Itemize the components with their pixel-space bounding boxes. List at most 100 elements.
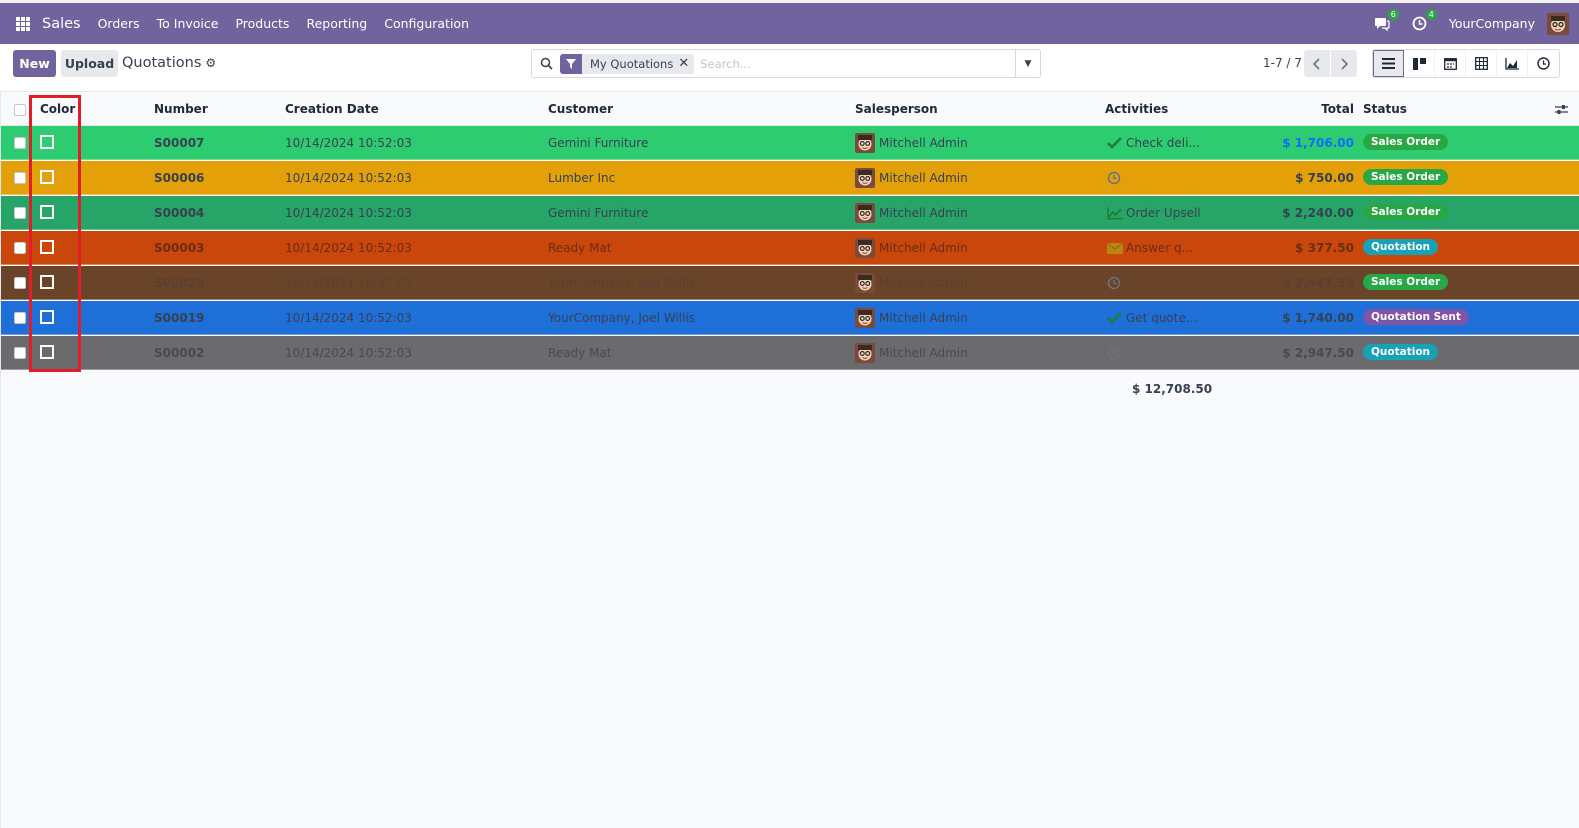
activity-view-icon[interactable] [1528, 50, 1559, 77]
table-row[interactable]: S00020 10/14/2024 10:52:03 YourCompany, Jo… [1, 266, 1579, 300]
column-header-color[interactable]: Color [40, 102, 75, 116]
salesperson-avatar [855, 168, 879, 188]
app-menu-icon[interactable] [16, 16, 30, 31]
row-checkbox[interactable] [14, 207, 26, 219]
messages-button[interactable]: 6 [1373, 8, 1399, 33]
color-swatch[interactable] [40, 205, 54, 219]
table-row[interactable]: S00004 10/14/2024 10:52:03 Gemini Furnitur… [1, 196, 1579, 230]
pivot-view-icon[interactable] [1466, 50, 1497, 77]
table-header: Color Number Creation Date Customer Sale… [1, 93, 1579, 126]
select-all-checkbox[interactable] [14, 104, 26, 116]
column-header-total[interactable]: Total [1321, 102, 1354, 116]
row-checkbox[interactable] [14, 347, 26, 359]
row-checkbox[interactable] [14, 172, 26, 184]
search-icon[interactable] [532, 50, 560, 77]
salesperson-avatar [855, 343, 879, 363]
row-checkbox[interactable] [14, 137, 26, 149]
color-swatch[interactable] [40, 345, 54, 359]
color-swatch[interactable] [40, 275, 54, 289]
customer-name: Ready Mat [548, 346, 612, 360]
check-icon [1107, 137, 1123, 149]
table-row[interactable]: S00007 10/14/2024 10:52:03 Gemini Furnitur… [1, 126, 1579, 160]
menu-orders[interactable]: Orders [98, 16, 140, 31]
activity-cell[interactable] [1107, 171, 1126, 185]
color-swatch[interactable] [40, 170, 54, 184]
activity-cell[interactable] [1107, 346, 1126, 360]
column-header-salesperson[interactable]: Salesperson [855, 102, 938, 116]
status-badge: Sales Order [1363, 274, 1449, 290]
app-name[interactable]: Sales [42, 16, 81, 32]
table-row[interactable]: S00006 10/14/2024 10:52:03 Lumber Inc Mitch… [1, 161, 1579, 195]
column-header-number[interactable]: Number [154, 102, 208, 116]
color-swatch[interactable] [40, 310, 54, 324]
calendar-view-icon[interactable] [1435, 50, 1466, 77]
new-button[interactable]: New [13, 50, 56, 77]
table-row[interactable]: S00003 10/14/2024 10:52:03 Ready Mat Mitche… [1, 231, 1579, 265]
row-checkbox[interactable] [14, 277, 26, 289]
view-switcher [1372, 49, 1560, 78]
salesperson-name: Mitchell Admin [879, 346, 968, 360]
remove-facet-icon[interactable]: ✕ [678, 56, 694, 71]
graph-view-icon[interactable] [1497, 50, 1528, 77]
clock-icon [1107, 276, 1123, 290]
creation-date: 10/14/2024 10:52:03 [285, 241, 412, 255]
activity-cell[interactable]: Get quote... [1107, 311, 1197, 325]
clock-icon [1107, 171, 1123, 185]
upload-button[interactable]: Upload [61, 50, 118, 77]
creation-date: 10/14/2024 10:52:03 [285, 136, 412, 150]
order-number: S00019 [154, 311, 205, 325]
breadcrumb: Quotations ⚙ [122, 55, 216, 71]
activity-cell[interactable]: Check deli... [1107, 136, 1200, 150]
order-number: S00004 [154, 206, 205, 220]
customer-name: Lumber Inc [548, 171, 616, 185]
filter-icon [560, 53, 582, 74]
chevron-down-icon[interactable]: ▼ [1015, 50, 1040, 77]
order-total: $ 1,740.00 [1282, 311, 1354, 325]
pager-next-button[interactable] [1331, 50, 1357, 77]
activity-cell[interactable]: Answer q... [1107, 241, 1193, 255]
salesperson: Mitchell Admin [855, 343, 968, 363]
clock-icon [1412, 16, 1427, 31]
salesperson-name: Mitchell Admin [879, 311, 968, 325]
grand-total: $ 12,708.50 [1132, 382, 1213, 396]
messages-count-badge: 6 [1387, 8, 1399, 20]
optional-columns-icon[interactable] [1555, 104, 1568, 118]
list-table: Color Number Creation Date Customer Sale… [0, 93, 1579, 828]
activities-count-badge: 4 [1425, 8, 1437, 20]
color-swatch[interactable] [40, 135, 54, 149]
status-badge: Quotation [1363, 344, 1439, 360]
search-input[interactable] [694, 51, 1015, 76]
row-checkbox[interactable] [14, 312, 26, 324]
salesperson-avatar [855, 308, 879, 328]
column-header-status[interactable]: Status [1363, 102, 1407, 116]
salesperson: Mitchell Admin [855, 203, 968, 223]
kanban-view-icon[interactable] [1404, 50, 1435, 77]
company-switcher[interactable]: YourCompany [1449, 16, 1535, 31]
activities-button[interactable]: 4 [1411, 8, 1437, 33]
column-header-customer[interactable]: Customer [548, 102, 613, 116]
facet-label: My Quotations [590, 56, 674, 71]
customer-name: Gemini Furniture [548, 136, 649, 150]
color-swatch[interactable] [40, 240, 54, 254]
menu-to-invoice[interactable]: To Invoice [157, 16, 219, 31]
menu-products[interactable]: Products [235, 16, 289, 31]
status-badge: Sales Order [1363, 169, 1449, 185]
table-row[interactable]: S00019 10/14/2024 10:52:03 YourCompany, Jo… [1, 301, 1579, 335]
customer-name: YourCompany, Joel Willis [548, 311, 695, 325]
column-header-activities[interactable]: Activities [1105, 102, 1168, 116]
order-total: $ 2,947.50 [1282, 276, 1354, 290]
activity-cell[interactable]: Order Upsell [1107, 206, 1201, 220]
activity-summary: Check deli... [1126, 136, 1200, 150]
menu-configuration[interactable]: Configuration [384, 16, 469, 31]
table-row[interactable]: S00002 10/14/2024 10:52:03 Ready Mat Mitche… [1, 336, 1579, 370]
activity-cell[interactable] [1107, 276, 1126, 290]
column-header-creation-date[interactable]: Creation Date [285, 102, 379, 116]
user-avatar[interactable] [1547, 12, 1569, 35]
pager-value[interactable]: 1-7 / 7 [1263, 56, 1302, 70]
gear-icon[interactable]: ⚙ [205, 56, 216, 70]
pager-previous-button[interactable] [1304, 50, 1330, 77]
menu-reporting[interactable]: Reporting [306, 16, 367, 31]
row-checkbox[interactable] [14, 242, 26, 254]
creation-date: 10/14/2024 10:52:03 [285, 171, 412, 185]
list-view-icon[interactable] [1373, 50, 1404, 77]
